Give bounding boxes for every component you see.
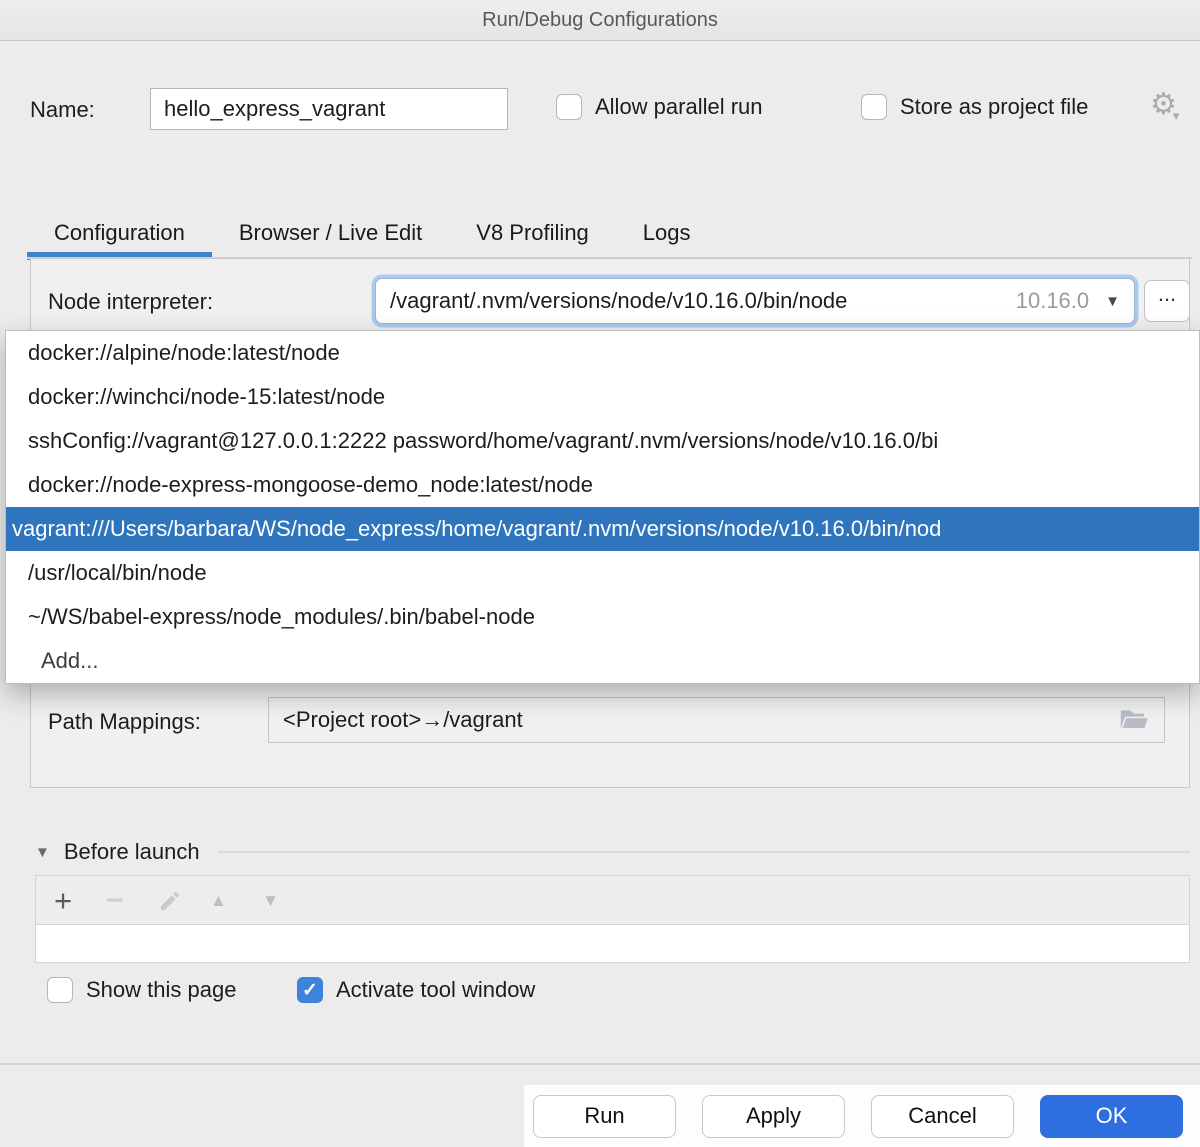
allow-parallel-run-checkbox-box[interactable] bbox=[556, 94, 582, 120]
plus-icon: + bbox=[54, 885, 72, 916]
store-as-project-file-checkbox-label: Store as project file bbox=[900, 94, 1088, 120]
dropdown-item[interactable]: sshConfig://vagrant@127.0.0.1:2222 passw… bbox=[6, 419, 1199, 463]
show-this-page-checkbox-box[interactable] bbox=[47, 977, 73, 1003]
dropdown-item[interactable]: docker://node-express-mongoose-demo_node… bbox=[6, 463, 1199, 507]
run-debug-configurations-dialog: Run/Debug Configurations Name: hello_exp… bbox=[0, 0, 1200, 1147]
dialog-title: Run/Debug Configurations bbox=[482, 9, 718, 32]
run-button[interactable]: Run bbox=[533, 1095, 676, 1138]
name-input[interactable]: hello_express_vagrant bbox=[150, 88, 508, 130]
chevron-down-icon[interactable]: ▼ bbox=[1105, 293, 1120, 310]
before-launch-divider bbox=[218, 851, 1190, 853]
path-mappings-label: Path Mappings: bbox=[48, 709, 201, 735]
allow-parallel-run-checkbox-label: Allow parallel run bbox=[595, 94, 763, 120]
tab-configuration[interactable]: Configuration bbox=[27, 205, 212, 260]
browse-interpreter-button[interactable]: ... bbox=[1144, 280, 1190, 322]
gear-icon[interactable]: ⚙▾ bbox=[1150, 90, 1183, 120]
name-label: Name: bbox=[30, 97, 95, 123]
collapse-triangle-icon[interactable]: ▼ bbox=[35, 844, 50, 861]
node-version-badge: 10.16.0 bbox=[1004, 288, 1105, 314]
move-up-button[interactable]: ▲ bbox=[210, 891, 262, 911]
remove-task-button[interactable]: − bbox=[106, 886, 158, 916]
ok-button[interactable]: OK bbox=[1040, 1095, 1183, 1138]
allow-parallel-run-checkbox[interactable]: Allow parallel run bbox=[556, 94, 763, 120]
gear-caret-icon: ▾ bbox=[1173, 108, 1180, 123]
activate-tool-window-checkbox-box[interactable]: ✓ bbox=[297, 977, 323, 1003]
path-mappings-field[interactable]: <Project root>→/vagrant bbox=[268, 697, 1165, 743]
before-launch-toolbar: + − ▲ ▼ bbox=[35, 875, 1190, 925]
interpreter-dropdown-popup: docker://alpine/node:latest/nodedocker:/… bbox=[5, 330, 1200, 684]
dropdown-item[interactable]: /usr/local/bin/node bbox=[6, 551, 1199, 595]
activate-tool-window-checkbox-label: Activate tool window bbox=[336, 977, 535, 1003]
before-launch-section: ▼ Before launch bbox=[35, 838, 1190, 866]
dropdown-item[interactable]: docker://winchci/node-15:latest/node bbox=[6, 375, 1199, 419]
show-this-page-checkbox-label: Show this page bbox=[86, 977, 236, 1003]
activate-tool-window-checkbox[interactable]: ✓ Activate tool window bbox=[297, 977, 535, 1003]
tab-browser-live-edit[interactable]: Browser / Live Edit bbox=[212, 205, 449, 260]
apply-button[interactable]: Apply bbox=[702, 1095, 845, 1138]
before-launch-label: Before launch bbox=[64, 839, 200, 865]
folder-icon[interactable] bbox=[1119, 708, 1150, 733]
node-interpreter-label: Node interpreter: bbox=[48, 289, 213, 315]
dropdown-item[interactable]: docker://alpine/node:latest/node bbox=[6, 331, 1199, 375]
add-task-button[interactable]: + bbox=[54, 885, 106, 916]
dropdown-item[interactable]: ~/WS/babel-express/node_modules/.bin/bab… bbox=[6, 595, 1199, 639]
edit-task-button[interactable] bbox=[158, 889, 210, 913]
path-mappings-value: <Project root>→/vagrant bbox=[283, 707, 523, 733]
store-as-project-file-checkbox[interactable]: Store as project file bbox=[861, 94, 1088, 120]
configuration-tabs: ConfigurationBrowser / Live EditV8 Profi… bbox=[0, 205, 1200, 260]
node-interpreter-value: /vagrant/.nvm/versions/node/v10.16.0/bin… bbox=[390, 288, 847, 314]
triangle-down-icon: ▼ bbox=[262, 891, 279, 911]
footer-divider bbox=[0, 1063, 1200, 1065]
pencil-icon bbox=[158, 889, 182, 913]
before-launch-task-list[interactable] bbox=[35, 924, 1190, 963]
dropdown-add-item[interactable]: Add... bbox=[6, 639, 1199, 683]
tab-logs[interactable]: Logs bbox=[616, 205, 718, 260]
show-this-page-checkbox[interactable]: Show this page bbox=[47, 977, 236, 1003]
move-down-button[interactable]: ▼ bbox=[262, 891, 314, 911]
dropdown-item[interactable]: vagrant:///Users/barbara/WS/node_express… bbox=[6, 507, 1199, 551]
store-as-project-file-checkbox-box[interactable] bbox=[861, 94, 887, 120]
cancel-button[interactable]: Cancel bbox=[871, 1095, 1014, 1138]
node-interpreter-combobox[interactable]: /vagrant/.nvm/versions/node/v10.16.0/bin… bbox=[375, 278, 1135, 324]
triangle-up-icon: ▲ bbox=[210, 891, 227, 911]
tab-v8-profiling[interactable]: V8 Profiling bbox=[449, 205, 616, 260]
dialog-titlebar: Run/Debug Configurations bbox=[0, 0, 1200, 41]
minus-icon: − bbox=[106, 886, 124, 916]
dialog-button-bar: Run Apply Cancel OK bbox=[524, 1085, 1200, 1147]
